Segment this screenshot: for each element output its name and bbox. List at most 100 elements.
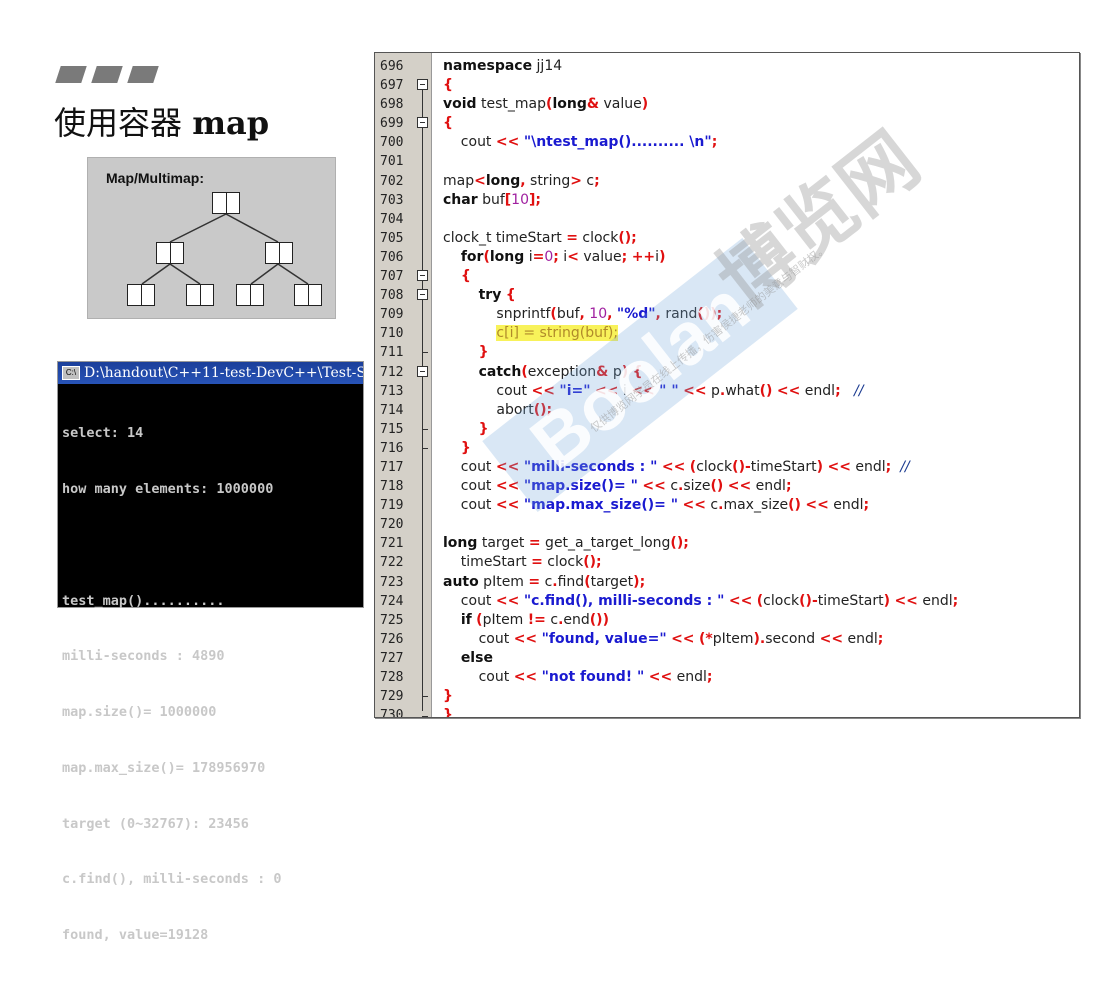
code-text: } bbox=[443, 688, 453, 705]
line-number: 720 bbox=[380, 517, 404, 533]
line-number: 726 bbox=[380, 631, 404, 647]
code-lines: 696 namespace jj14 697 {698 void test_map(lo… bbox=[375, 57, 1079, 718]
console-line: target (0~32767): 23456 bbox=[62, 815, 249, 832]
code-line: 714 abort(); bbox=[375, 401, 1079, 420]
code-line: 705 clock_t timeStart = clock(); bbox=[375, 229, 1079, 248]
decorative-stripes bbox=[55, 66, 176, 86]
code-text: cout << "\ntest_map().......... \n"; bbox=[443, 134, 718, 151]
tree-node-leaf bbox=[236, 284, 264, 306]
code-line: 720 bbox=[375, 515, 1079, 534]
slide-title-en: map bbox=[192, 104, 270, 142]
fold-end-icon bbox=[422, 428, 428, 430]
console-output: select: 14 how many elements: 1000000 te… bbox=[58, 384, 363, 985]
code-text: for(long i=0; i< value; ++i) bbox=[460, 248, 666, 265]
code-text: } bbox=[460, 439, 471, 456]
tree-node-root bbox=[212, 192, 240, 214]
line-number: 716 bbox=[380, 440, 404, 456]
code-line: 722 timeStart = clock(); bbox=[375, 553, 1079, 572]
code-text: auto pItem = c.find(target); bbox=[443, 573, 646, 590]
code-line: 729} bbox=[375, 687, 1079, 706]
console-titlebar[interactable]: C:\ D:\handout\C++11-test-DevC++\Test-STL bbox=[58, 362, 363, 384]
code-line: 702 map<long, string> c; bbox=[375, 172, 1079, 191]
code-line: 719 cout << "map.max_size()= " << c.max_… bbox=[375, 496, 1079, 515]
fold-collapse-icon[interactable] bbox=[417, 79, 428, 91]
console-line: found, value=19128 bbox=[62, 927, 209, 944]
line-number: 728 bbox=[380, 670, 404, 685]
code-text: } bbox=[478, 420, 489, 437]
code-line: 723 auto pItem = c.find(target); bbox=[375, 573, 1079, 592]
code-line: 701 bbox=[375, 152, 1079, 171]
line-number: 699 bbox=[380, 116, 404, 132]
console-line: c.find(), milli-seconds : 0 bbox=[62, 871, 282, 888]
code-line: 718 cout << "map.size()= " << c.size() <… bbox=[375, 477, 1079, 496]
code-line: 712 catch(exception& p) { bbox=[375, 363, 1079, 382]
line-number: 707 bbox=[380, 269, 404, 285]
line-number: 705 bbox=[380, 230, 404, 246]
console-window: C:\ D:\handout\C++11-test-DevC++\Test-STL… bbox=[57, 361, 364, 943]
code-text: { bbox=[460, 268, 471, 285]
console-line: map.max_size()= 178956970 bbox=[62, 759, 266, 776]
code-line: 726 cout << "found, value=" << (*pItem).… bbox=[375, 630, 1079, 649]
console-line: milli-seconds : 4890 bbox=[62, 648, 225, 665]
fold-collapse-icon[interactable] bbox=[417, 270, 428, 282]
line-number: 722 bbox=[380, 555, 404, 571]
code-line: 700 cout << "\ntest_map().......... \n"; bbox=[375, 133, 1079, 152]
code-text: cout << "not found! " << endl; bbox=[443, 669, 713, 685]
code-text: char buf[10]; bbox=[443, 191, 541, 208]
code-text: namespace jj14 bbox=[443, 58, 563, 74]
code-line: 711 } bbox=[375, 343, 1079, 362]
line-number: 708 bbox=[380, 288, 404, 304]
code-line: 730} bbox=[375, 706, 1079, 718]
code-text: } bbox=[478, 344, 489, 361]
line-number: 717 bbox=[380, 459, 404, 475]
code-line: 709 snprintf(buf, 10, "%d", rand()); bbox=[375, 305, 1079, 324]
fold-end-icon bbox=[422, 696, 428, 698]
code-line: 704 bbox=[375, 210, 1079, 229]
code-line: 703 char buf[10]; bbox=[375, 191, 1079, 210]
line-number: 710 bbox=[380, 326, 404, 342]
console-line: select: 14 bbox=[62, 425, 144, 442]
line-number: 725 bbox=[380, 612, 404, 628]
line-number: 711 bbox=[380, 345, 404, 361]
line-number: 723 bbox=[380, 574, 404, 590]
line-number: 729 bbox=[380, 689, 404, 705]
fold-collapse-icon[interactable] bbox=[417, 289, 428, 301]
code-line: 697 { bbox=[375, 76, 1079, 95]
fold-collapse-icon[interactable] bbox=[417, 365, 428, 377]
code-text: clock_t timeStart = clock(); bbox=[443, 229, 637, 246]
code-text: cout << "found, value=" << (*pItem).seco… bbox=[443, 630, 884, 647]
code-text: snprintf(buf, 10, "%d", rand()); bbox=[443, 306, 723, 323]
code-line: 725 if (pItem != c.end()) bbox=[375, 611, 1079, 630]
fold-end-icon bbox=[422, 352, 428, 354]
code-line: 713 cout << "i=" << i << " " << p.what()… bbox=[375, 382, 1079, 401]
line-number: 715 bbox=[380, 421, 404, 437]
code-line: 710 c[i] = string(buf); bbox=[375, 324, 1079, 343]
line-number: 718 bbox=[380, 479, 404, 495]
slide-title: 使用容器 map bbox=[54, 98, 269, 144]
code-text: } bbox=[443, 707, 453, 718]
code-text: c[i] = string(buf); bbox=[496, 325, 619, 342]
line-number: 713 bbox=[380, 383, 404, 399]
line-number: 719 bbox=[380, 498, 404, 514]
slide-title-cn: 使用容器 bbox=[54, 104, 183, 142]
line-number: 697 bbox=[380, 78, 404, 94]
fold-collapse-icon[interactable] bbox=[417, 117, 428, 129]
code-text: { bbox=[443, 115, 453, 132]
code-text: cout << "milli-seconds : " << (clock()-t… bbox=[443, 458, 910, 475]
line-number: 712 bbox=[380, 364, 404, 380]
line-number: 724 bbox=[380, 593, 404, 609]
code-line: 728 cout << "not found! " << endl; bbox=[375, 668, 1079, 687]
console-title: D:\handout\C++11-test-DevC++\Test-STL bbox=[84, 365, 363, 381]
line-number: 730 bbox=[380, 708, 404, 718]
code-line: 699 { bbox=[375, 114, 1079, 133]
code-text: abort(); bbox=[443, 401, 553, 418]
map-tree-diagram: Map/Multimap: bbox=[87, 157, 336, 319]
code-line: 716 } bbox=[375, 439, 1079, 458]
line-number: 701 bbox=[380, 154, 404, 170]
console-line: how many elements: 1000000 bbox=[62, 480, 274, 497]
code-text: else bbox=[460, 649, 493, 666]
line-number: 702 bbox=[380, 173, 404, 189]
line-number: 727 bbox=[380, 650, 404, 666]
tree-node-leaf bbox=[127, 284, 155, 306]
